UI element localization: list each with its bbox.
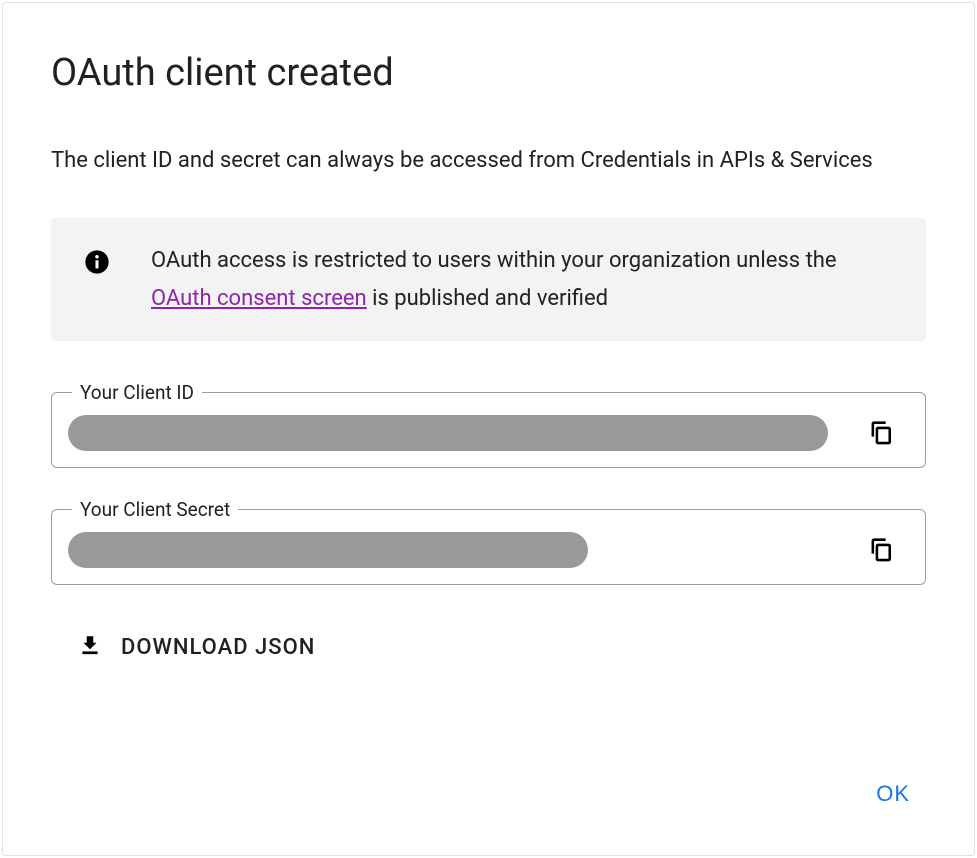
copy-icon <box>867 535 895 566</box>
notice-text-before: OAuth access is restricted to users with… <box>151 248 837 273</box>
client-secret-value[interactable] <box>68 532 588 568</box>
copy-icon <box>867 418 895 449</box>
download-icon <box>77 633 103 663</box>
dialog-subtitle: The client ID and secret can always be a… <box>51 143 926 178</box>
notice-text-after: is published and verified <box>367 286 608 311</box>
oauth-client-created-dialog: OAuth client created The client ID and s… <box>2 2 975 856</box>
info-icon <box>83 242 111 280</box>
download-json-label: DOWNLOAD JSON <box>121 635 315 660</box>
copy-client-id-button[interactable] <box>861 412 901 455</box>
client-id-label: Your Client ID <box>72 381 202 404</box>
client-secret-field: Your Client Secret <box>51 498 926 585</box>
client-id-field: Your Client ID <box>51 381 926 468</box>
client-id-value[interactable] <box>68 415 828 451</box>
copy-client-secret-button[interactable] <box>861 529 901 572</box>
restriction-notice: OAuth access is restricted to users with… <box>51 218 926 341</box>
dialog-title: OAuth client created <box>51 51 926 95</box>
ok-button[interactable]: OK <box>860 773 926 815</box>
download-json-button[interactable]: DOWNLOAD JSON <box>77 633 926 663</box>
oauth-consent-screen-link[interactable]: OAuth consent screen <box>151 286 367 311</box>
dialog-actions: OK <box>860 773 926 815</box>
notice-text: OAuth access is restricted to users with… <box>151 242 894 317</box>
client-secret-label: Your Client Secret <box>72 498 238 521</box>
